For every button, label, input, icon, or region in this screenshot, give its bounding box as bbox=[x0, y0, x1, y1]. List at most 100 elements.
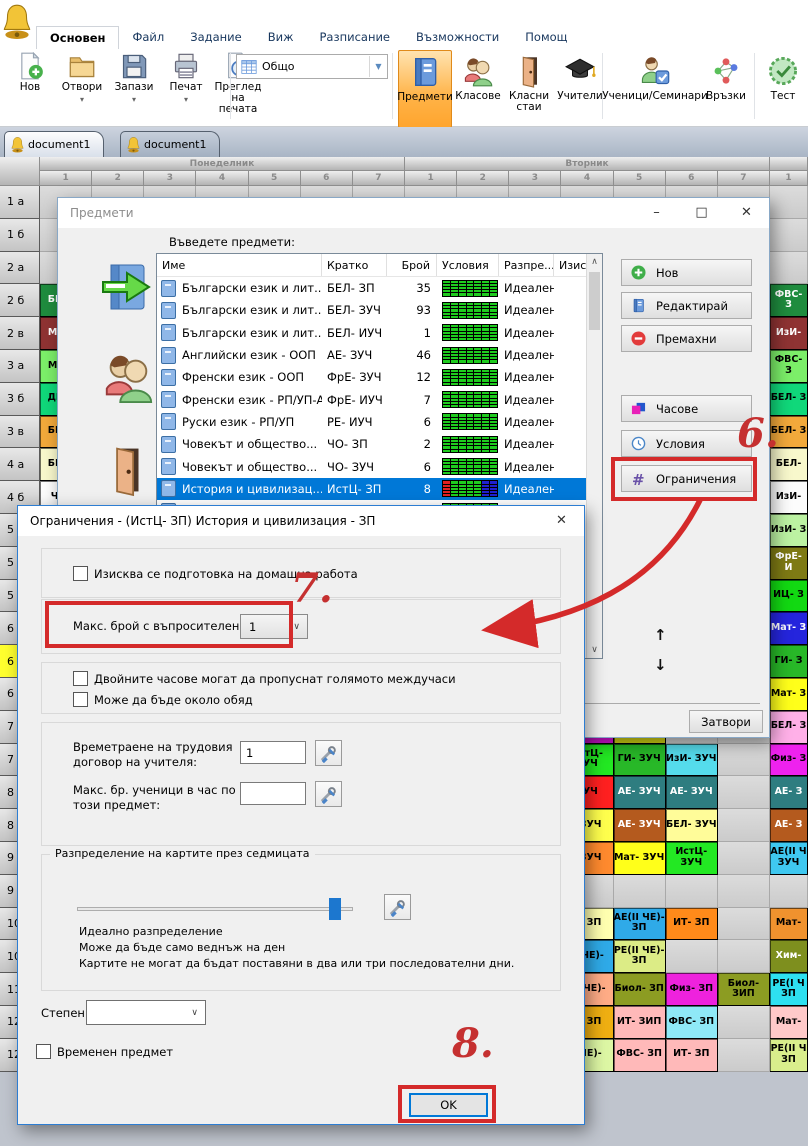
timetable-row-label[interactable]: 1 а bbox=[0, 186, 40, 219]
timetable-cell[interactable]: ИТ- ЗП bbox=[666, 1039, 718, 1072]
timetable-cell[interactable] bbox=[770, 875, 808, 908]
timetable-cell[interactable]: АЕ(II ЧЕ)- ЗП bbox=[614, 908, 666, 941]
distribution-tools-button[interactable] bbox=[384, 894, 411, 920]
distribution-slider-track[interactable] bbox=[77, 907, 353, 911]
ribbon-tab-5[interactable]: Разписание bbox=[306, 26, 403, 49]
ribbon-entity-button[interactable]: Класове bbox=[452, 50, 504, 126]
timetable-cell[interactable]: БЕЛ- З bbox=[770, 711, 808, 744]
column-header-4[interactable]: Условия bbox=[437, 254, 499, 276]
subjects-list-row[interactable]: История и цивилизац...ИстЦ- ЗП8Идеален bbox=[157, 478, 602, 500]
subjects-list-row[interactable]: Български език и лит...БЕЛ- ЗП35Идеален bbox=[157, 277, 602, 299]
ribbon-button[interactable]: Печат▾ bbox=[160, 51, 212, 106]
max-question-dropdown[interactable]: 1 ∨ bbox=[240, 614, 308, 639]
subjects-list-row[interactable]: Човекът и общество...ЧО- ЗП2Идеален bbox=[157, 433, 602, 455]
classroom-door-icon[interactable] bbox=[101, 440, 151, 500]
side-button-редактирай[interactable]: Редактирай bbox=[621, 292, 752, 319]
ribbon-tab-3[interactable]: Задание bbox=[177, 26, 255, 49]
timetable-cell[interactable]: АЕ- ЗУЧ bbox=[614, 809, 666, 842]
timetable-cell[interactable]: Хим- bbox=[770, 940, 808, 973]
timetable-cell[interactable] bbox=[718, 809, 770, 842]
subjects-list-row[interactable]: Руски език - РП/УПРЕ- ИУЧ6Идеален bbox=[157, 411, 602, 433]
timetable-cell[interactable] bbox=[718, 1039, 770, 1072]
classes-people-icon[interactable] bbox=[101, 348, 155, 406]
timetable-cell[interactable]: РЕ(II Ч ЗП bbox=[770, 1039, 808, 1072]
timetable-cell[interactable]: ИстЦ- ЗУЧ bbox=[666, 842, 718, 875]
timetable-cell[interactable]: Мат- ЗУЧ bbox=[614, 842, 666, 875]
subjects-arrow-icon[interactable] bbox=[101, 262, 151, 312]
minimize-button[interactable]: – bbox=[634, 198, 679, 228]
timetable-cell[interactable]: БЕЛ- ЗУЧ bbox=[666, 809, 718, 842]
timetable-cell[interactable]: АЕ- ЗУЧ bbox=[666, 776, 718, 809]
list-scrollbar[interactable]: ∧∨ bbox=[586, 254, 602, 658]
timetable-cell[interactable]: Мат- bbox=[770, 1006, 808, 1039]
subjects-list-row[interactable]: Български език и лит...БЕЛ- ИУЧ1Идеален bbox=[157, 322, 602, 344]
timetable-cell[interactable]: Физ- З bbox=[770, 744, 808, 777]
timetable-cell[interactable]: БЕЛ- bbox=[770, 448, 808, 481]
subjects-list-row[interactable]: Френски език - ООПФрЕ- ЗУЧ12Идеален bbox=[157, 366, 602, 388]
side-button-нов[interactable]: Нов bbox=[621, 259, 752, 286]
timetable-cell[interactable] bbox=[770, 252, 808, 285]
temporary-subject-checkbox[interactable] bbox=[36, 1044, 51, 1059]
app-bell-logo-icon[interactable] bbox=[3, 2, 31, 40]
timetable-cell[interactable] bbox=[718, 940, 770, 973]
timetable-cell[interactable] bbox=[770, 186, 808, 219]
max-students-tools-button[interactable] bbox=[315, 781, 342, 807]
subjects-list-row[interactable]: Френски език - РП/УП-АФрЕ- ИУЧ7Идеален bbox=[157, 388, 602, 410]
lunch-checkbox[interactable] bbox=[73, 692, 88, 707]
move-down-button[interactable]: ↓ bbox=[654, 656, 667, 674]
timetable-cell[interactable]: Биол- ЗИП bbox=[718, 973, 770, 1006]
subjects-list-row[interactable]: Български език и лит...БЕЛ- ЗУЧ93Идеален bbox=[157, 299, 602, 321]
ribbon-tab-7[interactable]: Помощ bbox=[512, 26, 580, 49]
side-button-часове[interactable]: Часове bbox=[621, 395, 752, 422]
ribbon-button[interactable]: Нов bbox=[4, 51, 56, 94]
subjects-list-row[interactable]: Английски език - ООПАЕ- ЗУЧ46Идеален bbox=[157, 344, 602, 366]
timetable-cell[interactable]: ФВС- ЗП bbox=[666, 1006, 718, 1039]
dropdown-arrow-icon[interactable]: ▾ bbox=[184, 94, 188, 105]
timetable-cell[interactable]: Физ- ЗП bbox=[666, 973, 718, 1006]
timetable-cell[interactable] bbox=[718, 908, 770, 941]
level-dropdown[interactable]: ∨ bbox=[86, 1000, 206, 1025]
scroll-up-icon[interactable]: ∧ bbox=[587, 257, 602, 267]
ribbon-tab-1[interactable]: Основен bbox=[36, 26, 119, 49]
timetable-cell[interactable]: ГИ- З bbox=[770, 645, 808, 678]
column-header-6[interactable]: Изиск bbox=[554, 254, 587, 276]
timetable-cell[interactable]: БЕЛ- З bbox=[770, 383, 808, 416]
dropdown-arrow-icon[interactable]: ▾ bbox=[80, 94, 84, 105]
ribbon-entity-button[interactable]: Ученици/Семинари bbox=[608, 50, 702, 126]
scrollbar-thumb[interactable] bbox=[589, 272, 600, 330]
ribbon-entity-button[interactable]: Предмети bbox=[398, 50, 452, 128]
ribbon-button[interactable]: Отвори▾ bbox=[56, 51, 108, 106]
timetable-cell[interactable] bbox=[718, 875, 770, 908]
timetable-row-label[interactable]: 2 б bbox=[0, 284, 40, 317]
timetable-cell[interactable]: ФВС- З bbox=[770, 284, 808, 317]
ribbon-tab-2[interactable]: Файл bbox=[119, 26, 177, 49]
close-button[interactable]: ✕ bbox=[724, 198, 769, 228]
column-header-1[interactable]: Име bbox=[157, 254, 322, 276]
timetable-cell[interactable] bbox=[666, 875, 718, 908]
timetable-cell[interactable]: ГИ- ЗУЧ bbox=[614, 744, 666, 777]
timetable-cell[interactable]: Мат- З bbox=[770, 612, 808, 645]
timetable-row-label[interactable]: 3 а bbox=[0, 350, 40, 383]
close-dialog-button[interactable]: Затвори bbox=[689, 710, 763, 733]
maximize-button[interactable]: □ bbox=[679, 198, 724, 228]
homework-checkbox[interactable] bbox=[73, 566, 88, 581]
timetable-cell[interactable] bbox=[614, 875, 666, 908]
chevron-down-icon[interactable]: ▼ bbox=[369, 56, 387, 77]
timetable-row-label[interactable]: 2 а bbox=[0, 252, 40, 285]
timetable-cell[interactable]: АЕ- З bbox=[770, 809, 808, 842]
side-button-условия[interactable]: Условия bbox=[621, 430, 752, 457]
timetable-cell[interactable]: ФВС- ЗП bbox=[614, 1039, 666, 1072]
ribbon-button[interactable]: Запази▾ bbox=[108, 51, 160, 106]
column-header-5[interactable]: Разпре... bbox=[499, 254, 554, 276]
ribbon-entity-button[interactable]: Връзки bbox=[702, 50, 750, 126]
view-combobox[interactable]: Общо ▼ bbox=[236, 54, 388, 79]
timetable-cell[interactable]: ИТ- ЗП bbox=[666, 908, 718, 941]
scroll-down-icon[interactable]: ∨ bbox=[587, 645, 602, 655]
timetable-cell[interactable]: Мат- bbox=[770, 908, 808, 941]
timetable-cell[interactable] bbox=[718, 1006, 770, 1039]
column-header-3[interactable]: Брой bbox=[387, 254, 437, 276]
timetable-cell[interactable]: ФВС- З bbox=[770, 350, 808, 383]
timetable-cell[interactable]: РЕ(I Ч ЗП bbox=[770, 973, 808, 1006]
dropdown-arrow-icon[interactable]: ▾ bbox=[132, 94, 136, 105]
ribbon-entity-button[interactable]: Учители bbox=[554, 50, 606, 126]
